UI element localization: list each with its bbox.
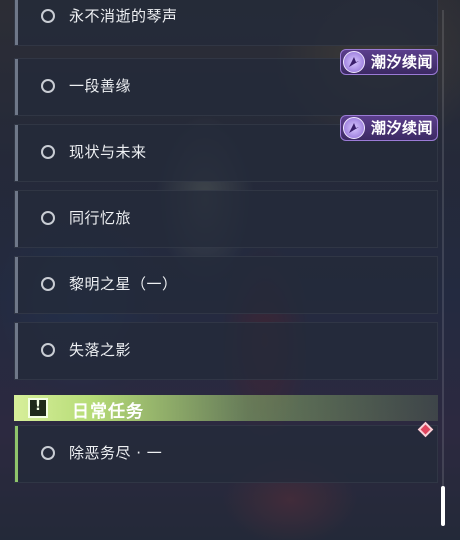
- daily-quest-item-1[interactable]: 除恶务尽 · 一: [14, 425, 438, 483]
- quest-accent-bar: [15, 191, 18, 247]
- scrollbar-thumb[interactable]: [441, 486, 445, 526]
- quest-accent-bar: [15, 125, 18, 181]
- alert-icon-glyph: !: [35, 399, 41, 414]
- quest-item-1[interactable]: 永不消逝的琴声: [14, 0, 438, 46]
- quest-label: 失落之影: [69, 341, 132, 359]
- quest-label: 现状与未来: [69, 143, 147, 161]
- quest-status-circle-icon: [41, 277, 55, 291]
- quest-status-circle-icon: [41, 446, 55, 460]
- tide-event-badge[interactable]: 潮汐续闻: [340, 49, 438, 75]
- quest-item-5[interactable]: 黎明之星（一）: [14, 256, 438, 314]
- quest-label: 一段善缘: [69, 77, 132, 95]
- section-title: 日常任务: [72, 402, 144, 422]
- badge-label: 潮汐续闻: [371, 119, 434, 137]
- scrollbar-track[interactable]: [442, 10, 444, 522]
- daily-quest-section-header[interactable]: ! 日常任务: [14, 395, 438, 422]
- quest-accent-bar: [15, 59, 18, 115]
- quest-status-circle-icon: [41, 145, 55, 159]
- quest-label: 除恶务尽 · 一: [69, 444, 163, 462]
- quest-status-circle-icon: [41, 79, 55, 93]
- quest-item-6[interactable]: 失落之影: [14, 322, 438, 380]
- quest-label: 永不消逝的琴声: [69, 7, 178, 25]
- quest-list: 永不消逝的琴声 一段善缘 现状与未来 同行忆旅 黎明之星（一） 失落之影 潮汐续…: [0, 0, 460, 540]
- quest-status-circle-icon: [41, 343, 55, 357]
- quest-label: 黎明之星（一）: [69, 275, 178, 293]
- tide-event-badge[interactable]: 潮汐续闻: [340, 115, 438, 141]
- badge-label: 潮汐续闻: [371, 53, 434, 71]
- quest-item-4[interactable]: 同行忆旅: [14, 190, 438, 248]
- quest-status-circle-icon: [41, 9, 55, 23]
- quest-label: 同行忆旅: [69, 209, 132, 227]
- tide-icon: [343, 51, 365, 73]
- tide-icon: [343, 117, 365, 139]
- quest-status-circle-icon: [41, 211, 55, 225]
- quest-accent-bar: [15, 426, 18, 482]
- quest-accent-bar: [15, 323, 18, 379]
- alert-icon: !: [28, 398, 48, 418]
- quest-accent-bar: [15, 0, 18, 45]
- quest-accent-bar: [15, 257, 18, 313]
